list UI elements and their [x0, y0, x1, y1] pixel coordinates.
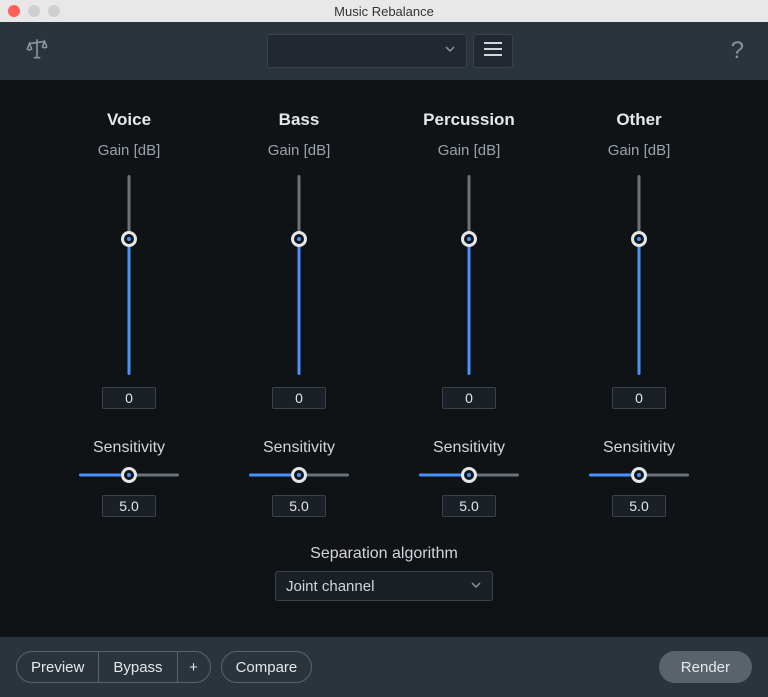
- chevron-down-icon: [444, 42, 456, 60]
- sensitivity-label: Sensitivity: [433, 439, 505, 457]
- gain-slider-bass[interactable]: [289, 175, 309, 375]
- preview-bypass-group: Preview Bypass +: [16, 651, 211, 683]
- bottombar: Preview Bypass + Compare Render: [0, 637, 768, 697]
- minimize-window-button[interactable]: [28, 5, 40, 17]
- sensitivity-value-bass[interactable]: 5.0: [272, 495, 326, 517]
- menu-button[interactable]: [473, 34, 513, 68]
- channel-title: Bass: [279, 110, 320, 130]
- close-window-button[interactable]: [8, 5, 20, 17]
- gain-label: Gain [dB]: [438, 142, 501, 159]
- sensitivity-label: Sensitivity: [603, 439, 675, 457]
- gain-slider-voice[interactable]: [119, 175, 139, 375]
- chevron-down-icon: [470, 578, 482, 595]
- main-panel: Voice Gain [dB] 0 Sensitivity 5.0 Bass G…: [0, 80, 768, 637]
- preset-dropdown[interactable]: [267, 34, 467, 68]
- gain-slider-other[interactable]: [629, 175, 649, 375]
- gain-value-percussion[interactable]: 0: [442, 387, 496, 409]
- preview-button[interactable]: Preview: [16, 651, 98, 683]
- channel-bass: Bass Gain [dB] 0 Sensitivity 5.0: [244, 110, 354, 517]
- sensitivity-label: Sensitivity: [93, 439, 165, 457]
- separation-row: Separation algorithm Joint channel: [20, 545, 748, 601]
- sensitivity-value-percussion[interactable]: 5.0: [442, 495, 496, 517]
- channels-row: Voice Gain [dB] 0 Sensitivity 5.0 Bass G…: [20, 110, 748, 517]
- menu-icon: [483, 41, 503, 62]
- help-button[interactable]: ?: [731, 37, 744, 65]
- sensitivity-value-other[interactable]: 5.0: [612, 495, 666, 517]
- sensitivity-slider-other[interactable]: [589, 467, 689, 483]
- channel-title: Other: [616, 110, 661, 130]
- compare-button[interactable]: Compare: [221, 651, 313, 683]
- window-title: Music Rebalance: [0, 4, 768, 19]
- render-button[interactable]: Render: [659, 651, 752, 683]
- channel-percussion: Percussion Gain [dB] 0 Sensitivity 5.0: [414, 110, 524, 517]
- gain-label: Gain [dB]: [608, 142, 671, 159]
- channel-other: Other Gain [dB] 0 Sensitivity 5.0: [584, 110, 694, 517]
- sensitivity-value-voice[interactable]: 5.0: [102, 495, 156, 517]
- traffic-lights: [0, 5, 60, 17]
- gain-value-bass[interactable]: 0: [272, 387, 326, 409]
- add-snapshot-button[interactable]: +: [177, 651, 211, 683]
- separation-dropdown[interactable]: Joint channel: [275, 571, 493, 601]
- zoom-window-button[interactable]: [48, 5, 60, 17]
- sensitivity-slider-voice[interactable]: [79, 467, 179, 483]
- channel-title: Voice: [107, 110, 151, 130]
- sensitivity-slider-percussion[interactable]: [419, 467, 519, 483]
- topbar: ?: [0, 22, 768, 80]
- separation-value: Joint channel: [286, 578, 374, 595]
- bypass-button[interactable]: Bypass: [98, 651, 176, 683]
- gain-label: Gain [dB]: [268, 142, 331, 159]
- balance-icon: [24, 36, 50, 67]
- channel-title: Percussion: [423, 110, 515, 130]
- gain-label: Gain [dB]: [98, 142, 161, 159]
- gain-value-other[interactable]: 0: [612, 387, 666, 409]
- channel-voice: Voice Gain [dB] 0 Sensitivity 5.0: [74, 110, 184, 517]
- separation-label: Separation algorithm: [310, 545, 458, 563]
- sensitivity-label: Sensitivity: [263, 439, 335, 457]
- gain-value-voice[interactable]: 0: [102, 387, 156, 409]
- sensitivity-slider-bass[interactable]: [249, 467, 349, 483]
- window-titlebar: Music Rebalance: [0, 0, 768, 22]
- gain-slider-percussion[interactable]: [459, 175, 479, 375]
